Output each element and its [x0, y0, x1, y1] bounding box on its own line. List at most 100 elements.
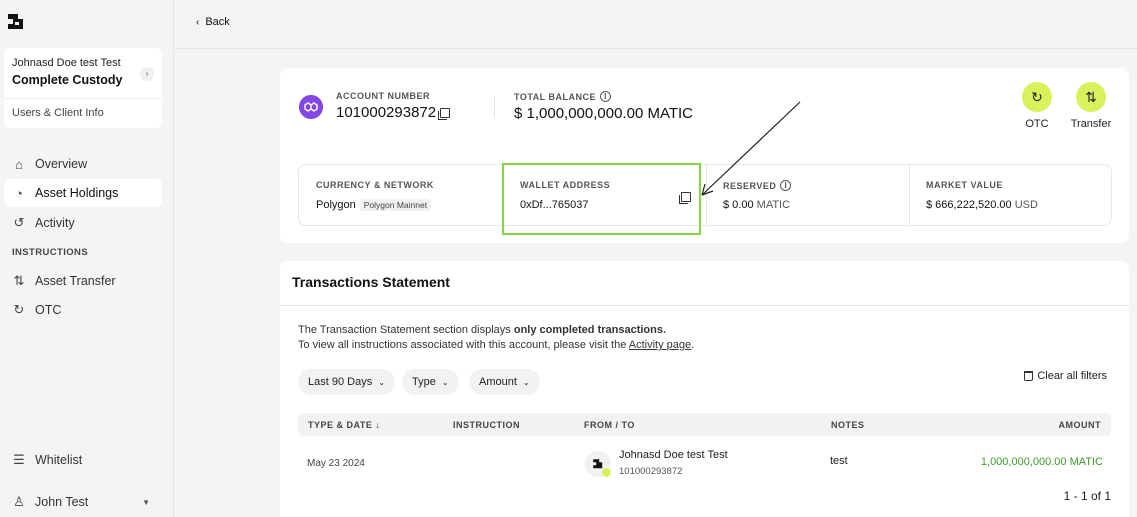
total-balance-label-row: TOTAL BALANCE i [514, 91, 611, 102]
market-value: $ 666,222,520.00 [926, 199, 1012, 211]
row-amount: 1,000,000,000.00 MATIC [980, 456, 1103, 468]
currency-network-value: Polygon Polygon Mainnet [316, 199, 432, 211]
history-icon: ↺ [13, 215, 25, 230]
column-header-notes: NOTES [831, 420, 865, 430]
column-header-type-date[interactable]: TYPE & DATE ↓ [308, 420, 380, 430]
column-header-from-to: FROM / TO [584, 420, 635, 430]
copy-icon[interactable] [438, 108, 451, 121]
nav-label: Asset Holdings [35, 186, 119, 200]
brand-logo [593, 459, 603, 469]
chevron-right-icon[interactable]: › [140, 67, 154, 81]
nav-label: Asset Transfer [35, 274, 116, 288]
filter-label: Last 90 Days [308, 376, 373, 388]
brand-logo[interactable] [6, 12, 26, 32]
pie-chart-icon: ◔ [15, 185, 23, 201]
row-notes: test [830, 455, 848, 467]
client-name: Johnasd Doe test Test [12, 57, 121, 69]
otc-button[interactable]: ↻ [1022, 82, 1052, 112]
market-value-row: $ 666,222,520.00 USD [926, 199, 1038, 211]
description-text: The Transaction Statement section displa… [298, 324, 514, 336]
account-number-value: 101000293872 [336, 104, 437, 121]
network-badge: Polygon Mainnet [359, 199, 432, 211]
nav-asset-transfer[interactable]: ⇅ Asset Transfer [4, 267, 162, 295]
filter-type[interactable]: Type ⌄ [402, 369, 459, 395]
back-label: Back [205, 16, 230, 28]
home-icon: ⌂ [15, 156, 23, 172]
market-value-cell: MARKET VALUE $ 666,222,520.00 USD [909, 165, 1112, 227]
activity-page-link[interactable]: Activity page [629, 339, 691, 351]
trash-icon [1024, 371, 1034, 381]
total-balance-value: $ 1,000,000,000.00 MATIC [514, 105, 694, 122]
account-number-label: ACCOUNT NUMBER [336, 91, 430, 101]
table-header: TYPE & DATE ↓ INSTRUCTION FROM / TO NOTE… [298, 413, 1111, 436]
filter-label: Amount [479, 376, 517, 388]
nav-label: OTC [35, 303, 62, 317]
nav-label: Activity [35, 216, 75, 230]
annotation-arrow [701, 101, 801, 196]
chevron-down-icon: ⌄ [522, 377, 530, 387]
currency-network-cell: CURRENCY & NETWORK Polygon Polygon Mainne… [299, 165, 503, 227]
filter-label: Type [412, 376, 436, 388]
header-divider [175, 48, 1137, 49]
account-number: 101000293872 [336, 104, 451, 121]
client-type: Complete Custody [12, 73, 123, 87]
divider [4, 98, 162, 99]
chevron-left-icon: ‹ [196, 17, 200, 28]
row-date: May 23 2024 [307, 458, 365, 469]
chevron-down-icon: ⌄ [441, 377, 449, 387]
market-unit: USD [1014, 199, 1038, 211]
transfer-button[interactable]: ⇅ [1076, 82, 1106, 112]
filter-amount[interactable]: Amount ⌄ [469, 369, 540, 395]
sidebar: Johnasd Doe test Test Complete Custody ›… [0, 0, 174, 517]
info-icon[interactable]: i [600, 91, 611, 102]
row-from-account: 101000293872 [619, 466, 683, 477]
description-bold: only completed transactions. [513, 324, 667, 336]
refresh-icon: ↻ [13, 302, 25, 317]
nav-asset-holdings[interactable]: ◔ Asset Holdings [4, 179, 162, 207]
nav-activity[interactable]: ↺ Activity [4, 209, 162, 237]
list-icon: ☰ [13, 452, 25, 467]
users-client-info-link[interactable]: Users & Client Info [12, 107, 104, 119]
caret-down-icon: ▼ [142, 497, 150, 507]
transfer-arrows-icon: ⇅ [1085, 88, 1097, 105]
clear-filters-label: Clear all filters [1037, 370, 1107, 382]
total-balance-label: TOTAL BALANCE [514, 91, 596, 102]
transactions-description: The Transaction Statement section displa… [298, 324, 666, 336]
transfer-label: Transfer [1070, 118, 1112, 130]
client-selector[interactable]: Johnasd Doe test Test Complete Custody ›… [4, 48, 162, 128]
user-menu[interactable]: ♙ John Test ▼ [4, 488, 162, 516]
nav-otc[interactable]: ↻ OTC [4, 296, 162, 324]
refresh-icon: ↻ [1031, 88, 1043, 105]
chevron-down-icon: ⌄ [378, 377, 385, 387]
transactions-title: Transactions Statement [292, 274, 450, 290]
column-header-amount: AMOUNT [1058, 420, 1101, 430]
wallet-address-highlight [502, 163, 701, 235]
transfer-arrows-icon: ⇅ [13, 273, 25, 288]
nav-whitelist[interactable]: ☰ Whitelist [4, 446, 162, 474]
market-value-label: MARKET VALUE [926, 180, 1003, 190]
otc-label: OTC [1025, 118, 1049, 130]
divider [280, 305, 1129, 306]
instructions-heading: INSTRUCTIONS [12, 247, 89, 258]
filter-date-range[interactable]: Last 90 Days ⌄ [298, 369, 395, 395]
nav-label: Whitelist [35, 453, 83, 467]
clear-filters-button[interactable]: Clear all filters [1024, 370, 1107, 382]
transactions-description-2: To view all instructions associated with… [298, 339, 694, 351]
polygon-icon [299, 95, 323, 119]
user-name: John Test [35, 495, 89, 509]
transactions-card: Transactions Statement The Transaction S… [280, 261, 1129, 517]
back-button[interactable]: ‹ Back [196, 16, 230, 28]
divider [494, 96, 495, 118]
sort-arrow-down-icon: ↓ [375, 420, 381, 430]
description-text: To view all instructions associated with… [298, 339, 629, 351]
pagination-info: 1 - 1 of 1 [1063, 489, 1111, 503]
nav-overview[interactable]: ⌂ Overview [4, 150, 162, 178]
currency-name: Polygon [316, 199, 356, 211]
row-from-name: Johnasd Doe test Test [619, 449, 728, 461]
user-icon: ♙ [13, 494, 25, 509]
column-label: TYPE & DATE [308, 420, 373, 430]
description-suffix: . [691, 339, 695, 351]
nav-label: Overview [35, 157, 88, 171]
column-header-instruction: INSTRUCTION [453, 420, 520, 430]
user-badge-icon [602, 468, 611, 477]
